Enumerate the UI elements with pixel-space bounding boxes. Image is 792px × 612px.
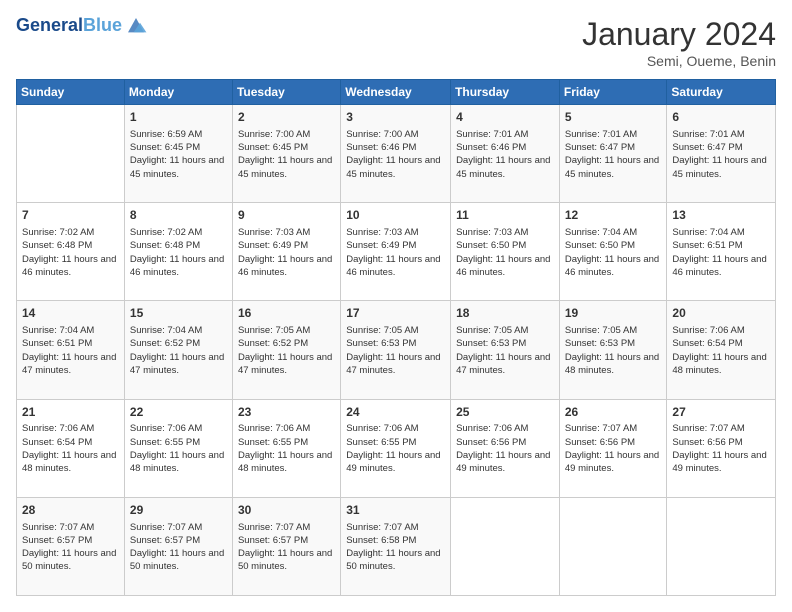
- header-row: Sunday Monday Tuesday Wednesday Thursday…: [17, 80, 776, 105]
- day-number: 12: [565, 207, 662, 224]
- day-number: 7: [22, 207, 119, 224]
- table-row: 23Sunrise: 7:06 AMSunset: 6:55 PMDayligh…: [232, 399, 340, 497]
- table-row: 30Sunrise: 7:07 AMSunset: 6:57 PMDayligh…: [232, 497, 340, 595]
- table-row: 10Sunrise: 7:03 AMSunset: 6:49 PMDayligh…: [341, 203, 451, 301]
- table-row: 16Sunrise: 7:05 AMSunset: 6:52 PMDayligh…: [232, 301, 340, 399]
- day-number: 15: [130, 305, 227, 322]
- table-row: [451, 497, 560, 595]
- month-title: January 2024: [582, 16, 776, 53]
- table-row: 24Sunrise: 7:06 AMSunset: 6:55 PMDayligh…: [341, 399, 451, 497]
- day-number: 3: [346, 109, 445, 126]
- day-number: 19: [565, 305, 662, 322]
- day-number: 2: [238, 109, 335, 126]
- table-row: 7Sunrise: 7:02 AMSunset: 6:48 PMDaylight…: [17, 203, 125, 301]
- day-number: 6: [672, 109, 770, 126]
- table-row: 5Sunrise: 7:01 AMSunset: 6:47 PMDaylight…: [559, 105, 667, 203]
- location: Semi, Oueme, Benin: [582, 53, 776, 69]
- day-number: 8: [130, 207, 227, 224]
- day-number: 23: [238, 404, 335, 421]
- table-row: 26Sunrise: 7:07 AMSunset: 6:56 PMDayligh…: [559, 399, 667, 497]
- col-thursday: Thursday: [451, 80, 560, 105]
- table-row: 14Sunrise: 7:04 AMSunset: 6:51 PMDayligh…: [17, 301, 125, 399]
- day-number: 21: [22, 404, 119, 421]
- table-row: 6Sunrise: 7:01 AMSunset: 6:47 PMDaylight…: [667, 105, 776, 203]
- table-row: 19Sunrise: 7:05 AMSunset: 6:53 PMDayligh…: [559, 301, 667, 399]
- table-row: 20Sunrise: 7:06 AMSunset: 6:54 PMDayligh…: [667, 301, 776, 399]
- day-number: 14: [22, 305, 119, 322]
- day-number: 27: [672, 404, 770, 421]
- day-number: 30: [238, 502, 335, 519]
- title-section: January 2024 Semi, Oueme, Benin: [582, 16, 776, 69]
- col-tuesday: Tuesday: [232, 80, 340, 105]
- table-row: 29Sunrise: 7:07 AMSunset: 6:57 PMDayligh…: [124, 497, 232, 595]
- logo-icon: [124, 16, 148, 36]
- table-row: 21Sunrise: 7:06 AMSunset: 6:54 PMDayligh…: [17, 399, 125, 497]
- day-number: 13: [672, 207, 770, 224]
- table-row: 17Sunrise: 7:05 AMSunset: 6:53 PMDayligh…: [341, 301, 451, 399]
- table-row: 8Sunrise: 7:02 AMSunset: 6:48 PMDaylight…: [124, 203, 232, 301]
- day-number: 24: [346, 404, 445, 421]
- table-row: 25Sunrise: 7:06 AMSunset: 6:56 PMDayligh…: [451, 399, 560, 497]
- table-row: 31Sunrise: 7:07 AMSunset: 6:58 PMDayligh…: [341, 497, 451, 595]
- table-row: [559, 497, 667, 595]
- logo-text: GeneralBlue: [16, 16, 122, 36]
- table-row: [667, 497, 776, 595]
- table-row: 15Sunrise: 7:04 AMSunset: 6:52 PMDayligh…: [124, 301, 232, 399]
- day-number: 10: [346, 207, 445, 224]
- day-number: 11: [456, 207, 554, 224]
- header: GeneralBlue January 2024 Semi, Oueme, Be…: [16, 16, 776, 69]
- table-row: 9Sunrise: 7:03 AMSunset: 6:49 PMDaylight…: [232, 203, 340, 301]
- day-number: 1: [130, 109, 227, 126]
- table-row: 13Sunrise: 7:04 AMSunset: 6:51 PMDayligh…: [667, 203, 776, 301]
- table-row: 22Sunrise: 7:06 AMSunset: 6:55 PMDayligh…: [124, 399, 232, 497]
- day-number: 22: [130, 404, 227, 421]
- table-row: 27Sunrise: 7:07 AMSunset: 6:56 PMDayligh…: [667, 399, 776, 497]
- day-number: 29: [130, 502, 227, 519]
- day-number: 25: [456, 404, 554, 421]
- day-number: 9: [238, 207, 335, 224]
- day-number: 20: [672, 305, 770, 322]
- table-row: 1Sunrise: 6:59 AMSunset: 6:45 PMDaylight…: [124, 105, 232, 203]
- day-number: 31: [346, 502, 445, 519]
- day-number: 26: [565, 404, 662, 421]
- day-number: 17: [346, 305, 445, 322]
- logo: GeneralBlue: [16, 16, 148, 36]
- table-row: 18Sunrise: 7:05 AMSunset: 6:53 PMDayligh…: [451, 301, 560, 399]
- day-number: 28: [22, 502, 119, 519]
- table-row: 3Sunrise: 7:00 AMSunset: 6:46 PMDaylight…: [341, 105, 451, 203]
- table-row: 12Sunrise: 7:04 AMSunset: 6:50 PMDayligh…: [559, 203, 667, 301]
- col-sunday: Sunday: [17, 80, 125, 105]
- calendar-table: Sunday Monday Tuesday Wednesday Thursday…: [16, 79, 776, 596]
- table-row: 28Sunrise: 7:07 AMSunset: 6:57 PMDayligh…: [17, 497, 125, 595]
- day-number: 5: [565, 109, 662, 126]
- col-saturday: Saturday: [667, 80, 776, 105]
- day-number: 4: [456, 109, 554, 126]
- col-monday: Monday: [124, 80, 232, 105]
- table-row: 2Sunrise: 7:00 AMSunset: 6:45 PMDaylight…: [232, 105, 340, 203]
- day-number: 18: [456, 305, 554, 322]
- table-row: 11Sunrise: 7:03 AMSunset: 6:50 PMDayligh…: [451, 203, 560, 301]
- table-row: 4Sunrise: 7:01 AMSunset: 6:46 PMDaylight…: [451, 105, 560, 203]
- col-wednesday: Wednesday: [341, 80, 451, 105]
- table-row: [17, 105, 125, 203]
- day-number: 16: [238, 305, 335, 322]
- calendar-page: GeneralBlue January 2024 Semi, Oueme, Be…: [0, 0, 792, 612]
- col-friday: Friday: [559, 80, 667, 105]
